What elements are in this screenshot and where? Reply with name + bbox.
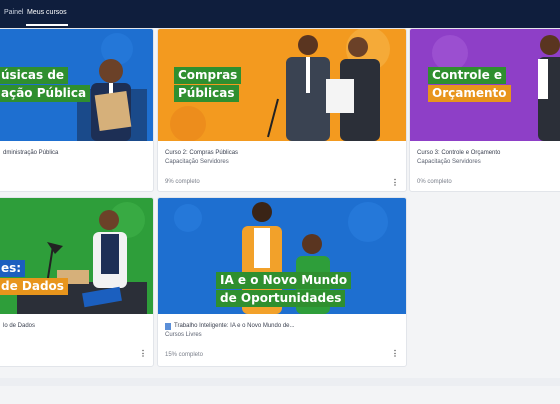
course-progress-5: 15% completo — [165, 352, 204, 358]
course-category-2: Capacitação Servidores — [165, 159, 229, 165]
banner-label-1b: ação Pública — [0, 85, 91, 102]
banner-label-3b: Orçamento — [428, 85, 511, 102]
document-icon — [165, 323, 171, 330]
active-tab-underline — [26, 24, 68, 26]
banner-label-4b: de Dados — [0, 278, 68, 295]
course-title-2[interactable]: Curso 2: Compras Públicas — [165, 149, 238, 158]
banner-label-5a: IA e o Novo Mundo — [216, 272, 352, 289]
course-title-5[interactable]: Trabalho Inteligente: IA e o Novo Mundo … — [174, 322, 295, 331]
course-title-1[interactable]: dministração Pública — [3, 149, 58, 158]
nav-item-painel[interactable]: Painel — [4, 9, 23, 16]
course-progress-2: 9% completo — [165, 179, 200, 185]
banner-label-4a: es: — [0, 260, 26, 277]
course-progress-3: 0% completo — [417, 179, 452, 185]
course-banner-4[interactable] — [0, 198, 153, 314]
top-navigation: Painel Meus cursos — [0, 0, 560, 28]
bottom-divider — [0, 378, 560, 386]
banner-label-2a: Compras — [174, 67, 242, 84]
banner-label-1a: úsicas de — [0, 67, 69, 84]
course-card-1[interactable]: úsicas de ação Pública dministração Públ… — [0, 28, 154, 192]
course-card-3[interactable]: Controle e Orçamento Curso 3: Controle e… — [409, 28, 560, 192]
course-title-3[interactable]: Curso 3: Controle e Orçamento — [417, 149, 500, 158]
vertical-dots-icon[interactable]: ⋮ — [139, 350, 147, 358]
banner-label-5b: de Oportunidades — [216, 290, 346, 307]
course-category-3: Capacitação Servidores — [417, 159, 481, 165]
course-card-4[interactable]: es: de Dados lo de Dados ⋮ — [0, 197, 154, 367]
course-card-5[interactable]: IA e o Novo Mundo de Oportunidades Traba… — [157, 197, 407, 367]
banner-label-2b: Públicas — [174, 85, 239, 102]
vertical-dots-icon[interactable]: ⋮ — [391, 350, 399, 358]
course-title-4[interactable]: lo de Dados — [3, 322, 35, 331]
course-category-5: Cursos Livres — [165, 332, 202, 338]
banner-label-3a: Controle e — [428, 67, 507, 84]
course-card-2[interactable]: Compras Públicas Curso 2: Compras Públic… — [157, 28, 407, 192]
nav-item-meus-cursos[interactable]: Meus cursos — [27, 9, 67, 16]
vertical-dots-icon[interactable]: ⋮ — [391, 179, 399, 187]
